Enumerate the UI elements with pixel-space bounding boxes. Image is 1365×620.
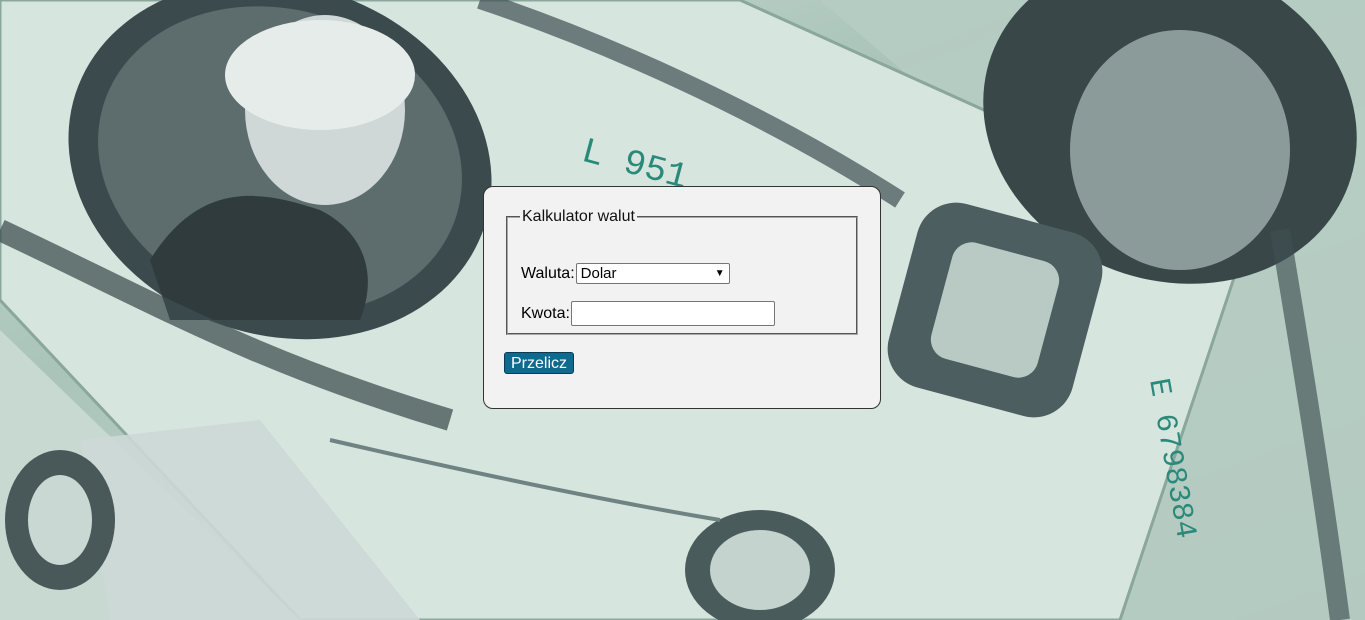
amount-input[interactable] <box>570 301 775 326</box>
amount-row: Kwota: <box>521 301 775 326</box>
currency-calculator-panel: Kalkulator walut Waluta: Dolar ▼ Kwota: … <box>483 186 881 409</box>
currency-select[interactable]: Dolar ▼ <box>575 263 730 284</box>
currency-row: Waluta: Dolar ▼ <box>521 263 730 284</box>
currency-label: Waluta: <box>521 264 575 282</box>
chevron-down-icon: ▼ <box>714 267 725 279</box>
calculator-fieldset: Kalkulator walut Waluta: Dolar ▼ Kwota: <box>506 208 858 335</box>
calculator-legend: Kalkulator walut <box>522 208 635 225</box>
currency-selected-value: Dolar <box>580 265 617 282</box>
convert-button[interactable]: Przelicz <box>504 352 575 374</box>
amount-label: Kwota: <box>521 304 570 322</box>
